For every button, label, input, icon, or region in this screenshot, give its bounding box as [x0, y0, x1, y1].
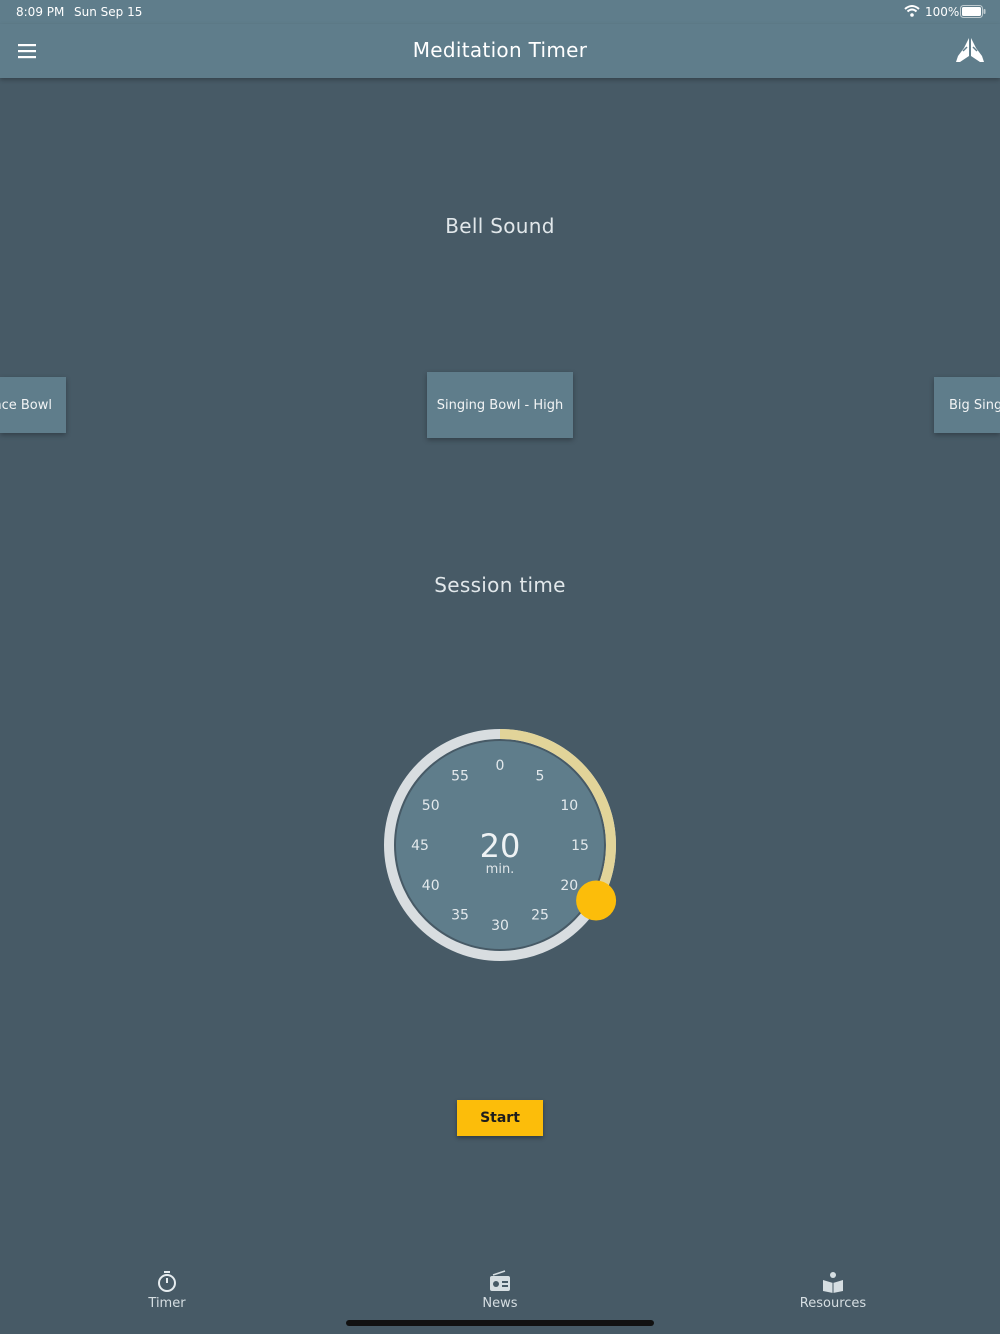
page-title: Meditation Timer — [412, 38, 588, 62]
bell-option-label: Big Sing — [949, 397, 1000, 413]
tab-resources-label: Resources — [799, 1296, 867, 1311]
session-time-dial[interactable]: 0 5 10 15 20 25 30 35 40 45 50 55 20 min. — [380, 725, 620, 965]
battery-percentage: 100% — [925, 5, 960, 19]
dial-tick-label: 5 — [536, 769, 545, 785]
dial-tick-label: 40 — [422, 878, 440, 894]
session-time-unit: min. — [486, 862, 515, 877]
bell-sound-title: Bell Sound — [445, 214, 555, 238]
status-date: Sun Sep 15 — [74, 5, 143, 19]
bell-option-next[interactable]: Big Sing — [934, 377, 1000, 433]
dial-tick-label: 0 — [496, 758, 505, 774]
home-indicator — [346, 1320, 654, 1326]
dial-tick-label: 45 — [411, 838, 429, 854]
dial-handle — [576, 880, 617, 921]
start-button[interactable]: Start — [457, 1100, 543, 1136]
tab-news[interactable]: News — [470, 1270, 530, 1311]
stopwatch-icon — [158, 1271, 176, 1292]
bell-option-prev[interactable]: nce Bowl — [0, 377, 66, 433]
dial-tick-label: 55 — [451, 769, 469, 785]
book-icon — [823, 1272, 843, 1293]
battery-icon — [960, 5, 986, 21]
tab-timer-label: Timer — [148, 1296, 186, 1311]
dial-tick-label: 10 — [560, 798, 578, 814]
session-time-title: Session time — [434, 573, 566, 597]
session-time-value: 20 — [480, 827, 521, 865]
wifi-icon — [904, 4, 920, 21]
app-bar: Meditation Timer — [0, 24, 1000, 78]
tab-news-label: News — [482, 1296, 518, 1311]
status-time: 8:09 PM — [16, 5, 65, 19]
radio-icon — [490, 1270, 510, 1291]
status-bar: 8:09 PM Sun Sep 15 100% — [0, 0, 1000, 24]
dial-tick-label: 50 — [422, 798, 440, 814]
praying-hands-icon[interactable] — [954, 34, 986, 66]
dial-tick-label: 15 — [571, 838, 589, 854]
tab-timer[interactable]: Timer — [137, 1270, 197, 1311]
bell-option-label: nce Bowl — [0, 397, 52, 413]
tab-resources[interactable]: Resources — [793, 1270, 873, 1311]
dial-tick-label: 30 — [491, 918, 509, 934]
dial-tick-label: 35 — [451, 907, 469, 923]
dial-tick-label: 25 — [531, 907, 549, 923]
bell-option-selected[interactable]: Singing Bowl - High — [427, 372, 573, 438]
bell-option-label: Singing Bowl - High — [436, 397, 564, 413]
dial-tick-label: 20 — [560, 878, 578, 894]
